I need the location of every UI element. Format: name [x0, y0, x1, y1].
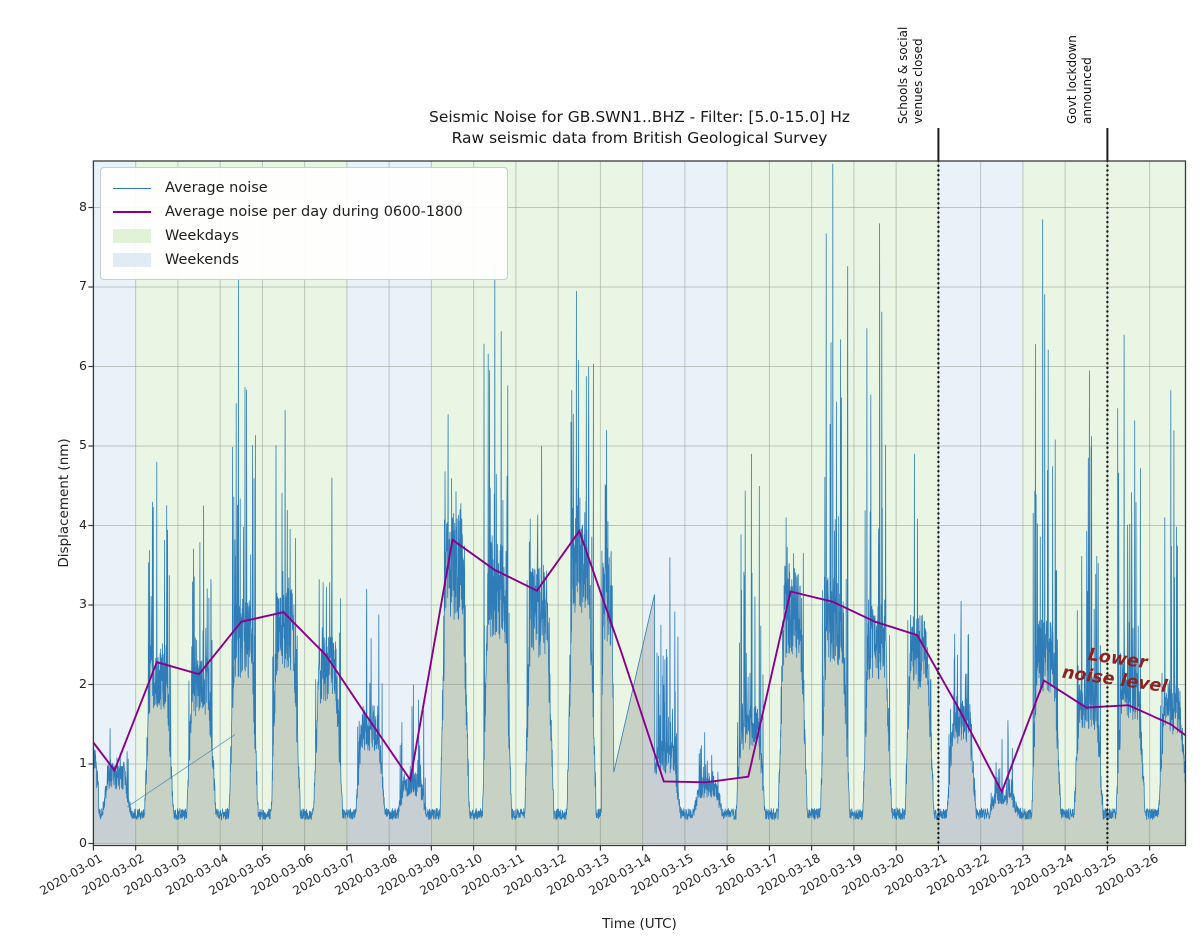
legend-line-sample-daily-average: [113, 211, 151, 213]
y-tick-label: 4: [47, 517, 87, 532]
y-tick-label: 6: [47, 358, 87, 373]
y-tick-label: 2: [47, 676, 87, 691]
figure-canvas: Seismic Noise for GB.SWN1..BHZ - Filter:…: [0, 0, 1200, 943]
event-annotation-schools-line1: Schools & social: [897, 27, 910, 124]
chart-title-line1: Seismic Noise for GB.SWN1..BHZ - Filter:…: [93, 108, 1186, 126]
legend: Average noise Average noise per day duri…: [100, 167, 508, 280]
event-annotation-lockdown-line1: Govt lockdown: [1066, 35, 1079, 124]
chart-title-line2: Raw seismic data from British Geological…: [93, 129, 1186, 147]
legend-label: Average noise per day during 0600-1800: [165, 204, 463, 220]
x-axis-label: Time (UTC): [93, 916, 1186, 932]
y-tick-label: 5: [47, 437, 87, 452]
legend-label: Weekends: [165, 252, 239, 268]
legend-item-daily-average: Average noise per day during 0600-1800: [113, 200, 495, 224]
legend-patch-weekdays: [113, 229, 151, 243]
legend-label: Weekdays: [165, 228, 239, 244]
legend-item-weekdays: Weekdays: [113, 224, 495, 248]
legend-item-weekends: Weekends: [113, 248, 495, 272]
legend-item-average-noise: Average noise: [113, 176, 495, 200]
event-annotation-schools-line2: venues closed: [912, 38, 925, 124]
legend-patch-weekends: [113, 253, 151, 267]
y-tick-label: 1: [47, 755, 87, 770]
y-axis-label: Displacement (nm): [56, 438, 72, 567]
y-tick-label: 7: [47, 278, 87, 293]
y-tick-label: 8: [47, 199, 87, 214]
y-tick-label: 0: [47, 835, 87, 850]
legend-label: Average noise: [165, 180, 268, 196]
y-tick-label: 3: [47, 596, 87, 611]
legend-line-sample-average-noise: [113, 188, 151, 189]
event-annotation-lockdown-line2: announced: [1081, 57, 1094, 124]
